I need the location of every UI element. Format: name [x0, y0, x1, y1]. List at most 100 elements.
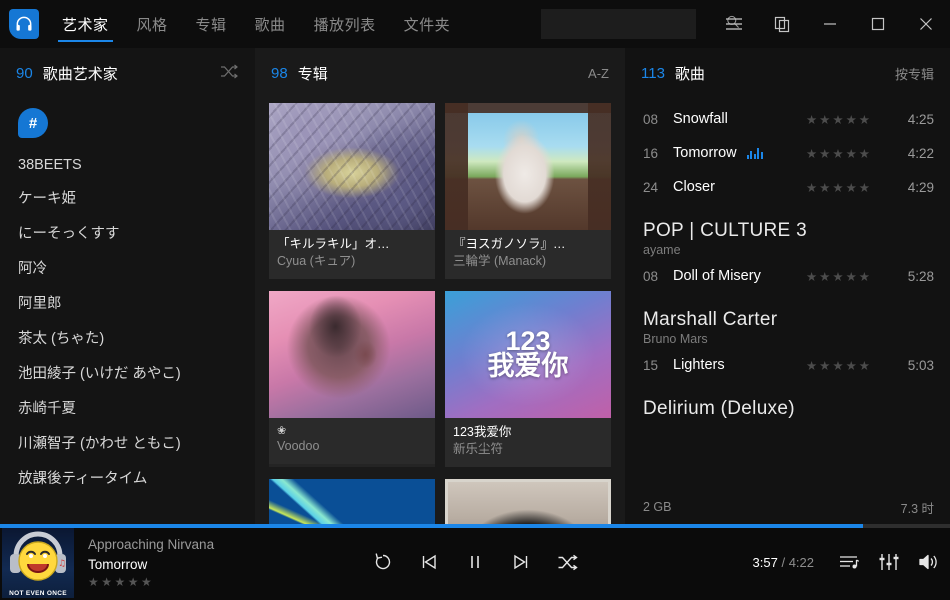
- tab-songs[interactable]: 歌曲: [241, 0, 300, 48]
- equalizer-icon[interactable]: [878, 553, 900, 571]
- pause-icon[interactable]: [465, 552, 485, 572]
- sidebar-item-artist[interactable]: 赤崎千夏: [0, 390, 255, 425]
- rating-stars[interactable]: ★★★★★: [806, 146, 872, 161]
- album-name: 123我爱你: [453, 424, 512, 439]
- track-title: Doll of Misery: [673, 268, 761, 284]
- seek-bar-fill: [0, 524, 863, 528]
- sidebar-item-artist[interactable]: ケーキ姫: [0, 180, 255, 215]
- track-number: 08: [643, 111, 659, 127]
- album-group-header[interactable]: Marshall Carter Bruno Mars: [625, 293, 950, 348]
- album-tile[interactable]: 123我爱你 新乐尘符: [445, 290, 611, 467]
- sidebar-item-artist[interactable]: 阿里郎: [0, 285, 255, 320]
- volume-icon[interactable]: [918, 553, 940, 571]
- album-cover-art: [269, 103, 435, 230]
- album-cover-art: [269, 478, 435, 524]
- songs-header: 113 歌曲 按专辑: [625, 48, 950, 98]
- albums-grid[interactable]: 「キルラキル」オ… Cyua (キュア) 『ヨスガノソラ』… 三輪学 (Mana…: [255, 98, 625, 524]
- album-tile[interactable]: 「キルラキル」オ… Cyua (キュア): [269, 103, 435, 279]
- tab-label: 艺术家: [62, 16, 109, 34]
- track-duration: 4:25: [907, 111, 934, 127]
- duplicate-window-icon[interactable]: [758, 0, 806, 48]
- song-row[interactable]: 08 Doll of Misery ★★★★★ 5:28: [625, 259, 950, 293]
- next-track-icon[interactable]: [511, 552, 531, 572]
- song-row[interactable]: 16 Tomorrow ★★★★★ 4:22: [625, 136, 950, 170]
- previous-track-icon[interactable]: [419, 552, 439, 572]
- album-cover-art: [445, 103, 611, 230]
- songs-panel: 113 歌曲 按专辑 08 Snowfall ★★★★★ 4:25 16 Tom…: [625, 48, 950, 524]
- tab-label: 文件夹: [403, 16, 451, 34]
- album-group-header[interactable]: POP | CULTURE 3 ayame: [625, 204, 950, 259]
- time-current: 3:57: [752, 554, 778, 570]
- albums-title: 专辑: [297, 65, 328, 83]
- song-row[interactable]: 08 Snowfall ★★★★★ 4:25: [625, 102, 950, 136]
- artists-list[interactable]: # 38BEETS ケーキ姫 にーそっくすす 阿冷 阿里郎 茶太 (ちゃた) 池…: [0, 98, 255, 524]
- sidebar-item-artist[interactable]: にーそっくすす: [0, 215, 255, 250]
- album-tile[interactable]: [269, 478, 435, 524]
- song-row[interactable]: 15 Lighters ★★★★★ 5:03: [625, 348, 950, 382]
- repeat-icon[interactable]: [373, 552, 393, 572]
- tab-playlists[interactable]: 播放列表: [300, 0, 390, 48]
- tab-artists[interactable]: 艺术家: [48, 0, 123, 48]
- artists-title: 歌曲艺术家: [42, 65, 118, 83]
- close-icon[interactable]: [902, 0, 950, 48]
- sidebar-item-artist[interactable]: 池田綾子 (いけだ あやこ): [0, 355, 255, 390]
- player-bar: ♫ NOT EVEN ONCE Approaching Nirvana Tomo…: [0, 524, 950, 600]
- search-input[interactable]: [549, 16, 725, 32]
- tab-label: 风格: [136, 16, 168, 34]
- smiley-headphones-album-art[interactable]: ♫ NOT EVEN ONCE: [2, 526, 74, 598]
- track-number: 16: [643, 145, 659, 161]
- letter-badge-hash[interactable]: #: [18, 108, 48, 138]
- track-duration: 4:29: [907, 179, 934, 195]
- albums-panel: 98 专辑 A-Z 「キルラキル」オ… Cyua (キュア) 『ヨスガノソラ』…: [255, 48, 625, 524]
- library-summary: 2 GB 7.3 时: [625, 490, 950, 524]
- album-name: 「キルラキル」オ…: [277, 237, 390, 251]
- album-group-header[interactable]: Delirium (Deluxe): [625, 382, 950, 422]
- playlist-queue-icon[interactable]: [838, 553, 860, 571]
- album-artist: Voodoo: [277, 439, 320, 454]
- album-tile[interactable]: 『ヨスガノソラ』… 三輪学 (Manack): [445, 103, 611, 279]
- album-tile[interactable]: [445, 478, 611, 524]
- album-artist: 三輪学 (Manack): [453, 253, 547, 268]
- tab-genres[interactable]: 风格: [123, 0, 182, 48]
- track-duration: 4:22: [907, 145, 934, 161]
- library-duration: 7.3 时: [900, 501, 934, 516]
- song-row[interactable]: 24 Closer ★★★★★ 4:29: [625, 170, 950, 204]
- albums-sort-button[interactable]: A-Z: [588, 66, 609, 81]
- rating-stars[interactable]: ★★★★★: [806, 112, 872, 127]
- sidebar-item-artist[interactable]: 38BEETS: [0, 150, 255, 180]
- seek-bar[interactable]: [0, 524, 950, 528]
- album-group-title: POP | CULTURE 3: [643, 220, 807, 241]
- tab-albums[interactable]: 专辑: [182, 0, 241, 48]
- minimize-icon[interactable]: [806, 0, 854, 48]
- now-playing-rating[interactable]: ★★★★★: [88, 575, 214, 589]
- library-size: 2 GB: [643, 500, 672, 514]
- sidebar-item-artist[interactable]: 阿冷: [0, 250, 255, 285]
- rating-stars[interactable]: ★★★★★: [806, 358, 872, 373]
- album-tile[interactable]: ❀ Voodoo: [269, 290, 435, 467]
- rating-stars[interactable]: ★★★★★: [806, 269, 872, 284]
- album-group-title: Delirium (Deluxe): [643, 398, 795, 419]
- playback-time: 3:57 / 4:22: [753, 555, 815, 570]
- sidebar-item-artist[interactable]: 川瀬智子 (かわせ ともこ): [0, 425, 255, 460]
- artists-count: 90: [16, 64, 33, 82]
- tab-folders[interactable]: 文件夹: [390, 0, 465, 48]
- sidebar-item-artist[interactable]: 放課後ティータイム: [0, 460, 255, 495]
- songs-list[interactable]: 08 Snowfall ★★★★★ 4:25 16 Tomorrow ★★★★★…: [625, 98, 950, 490]
- now-playing-artist: Approaching Nirvana: [88, 536, 215, 552]
- sidebar-item-artist[interactable]: 茶太 (ちゃた): [0, 320, 255, 355]
- shuffle-icon[interactable]: [557, 554, 578, 571]
- tab-label: 播放列表: [313, 16, 376, 34]
- album-name-glyph-icon: ❀: [277, 424, 287, 437]
- songs-sort-button[interactable]: 按专辑: [895, 64, 934, 83]
- maximize-icon[interactable]: [854, 0, 902, 48]
- track-number: 08: [643, 268, 659, 284]
- album-caption: 『ヨスガノソラ』… 三輪学 (Manack): [445, 230, 611, 279]
- track-duration: 5:03: [907, 357, 934, 373]
- shuffle-icon[interactable]: [220, 64, 239, 82]
- album-group-title: Marshall Carter: [643, 309, 778, 330]
- main-body: 90 歌曲艺术家 # 38BEETS ケーキ姫 にーそっくすす 阿冷 阿里郎 茶…: [0, 48, 950, 524]
- rating-stars[interactable]: ★★★★★: [806, 180, 872, 195]
- search-box[interactable]: [541, 9, 739, 39]
- hamburger-menu-icon[interactable]: [710, 0, 758, 48]
- track-number: 15: [643, 357, 659, 373]
